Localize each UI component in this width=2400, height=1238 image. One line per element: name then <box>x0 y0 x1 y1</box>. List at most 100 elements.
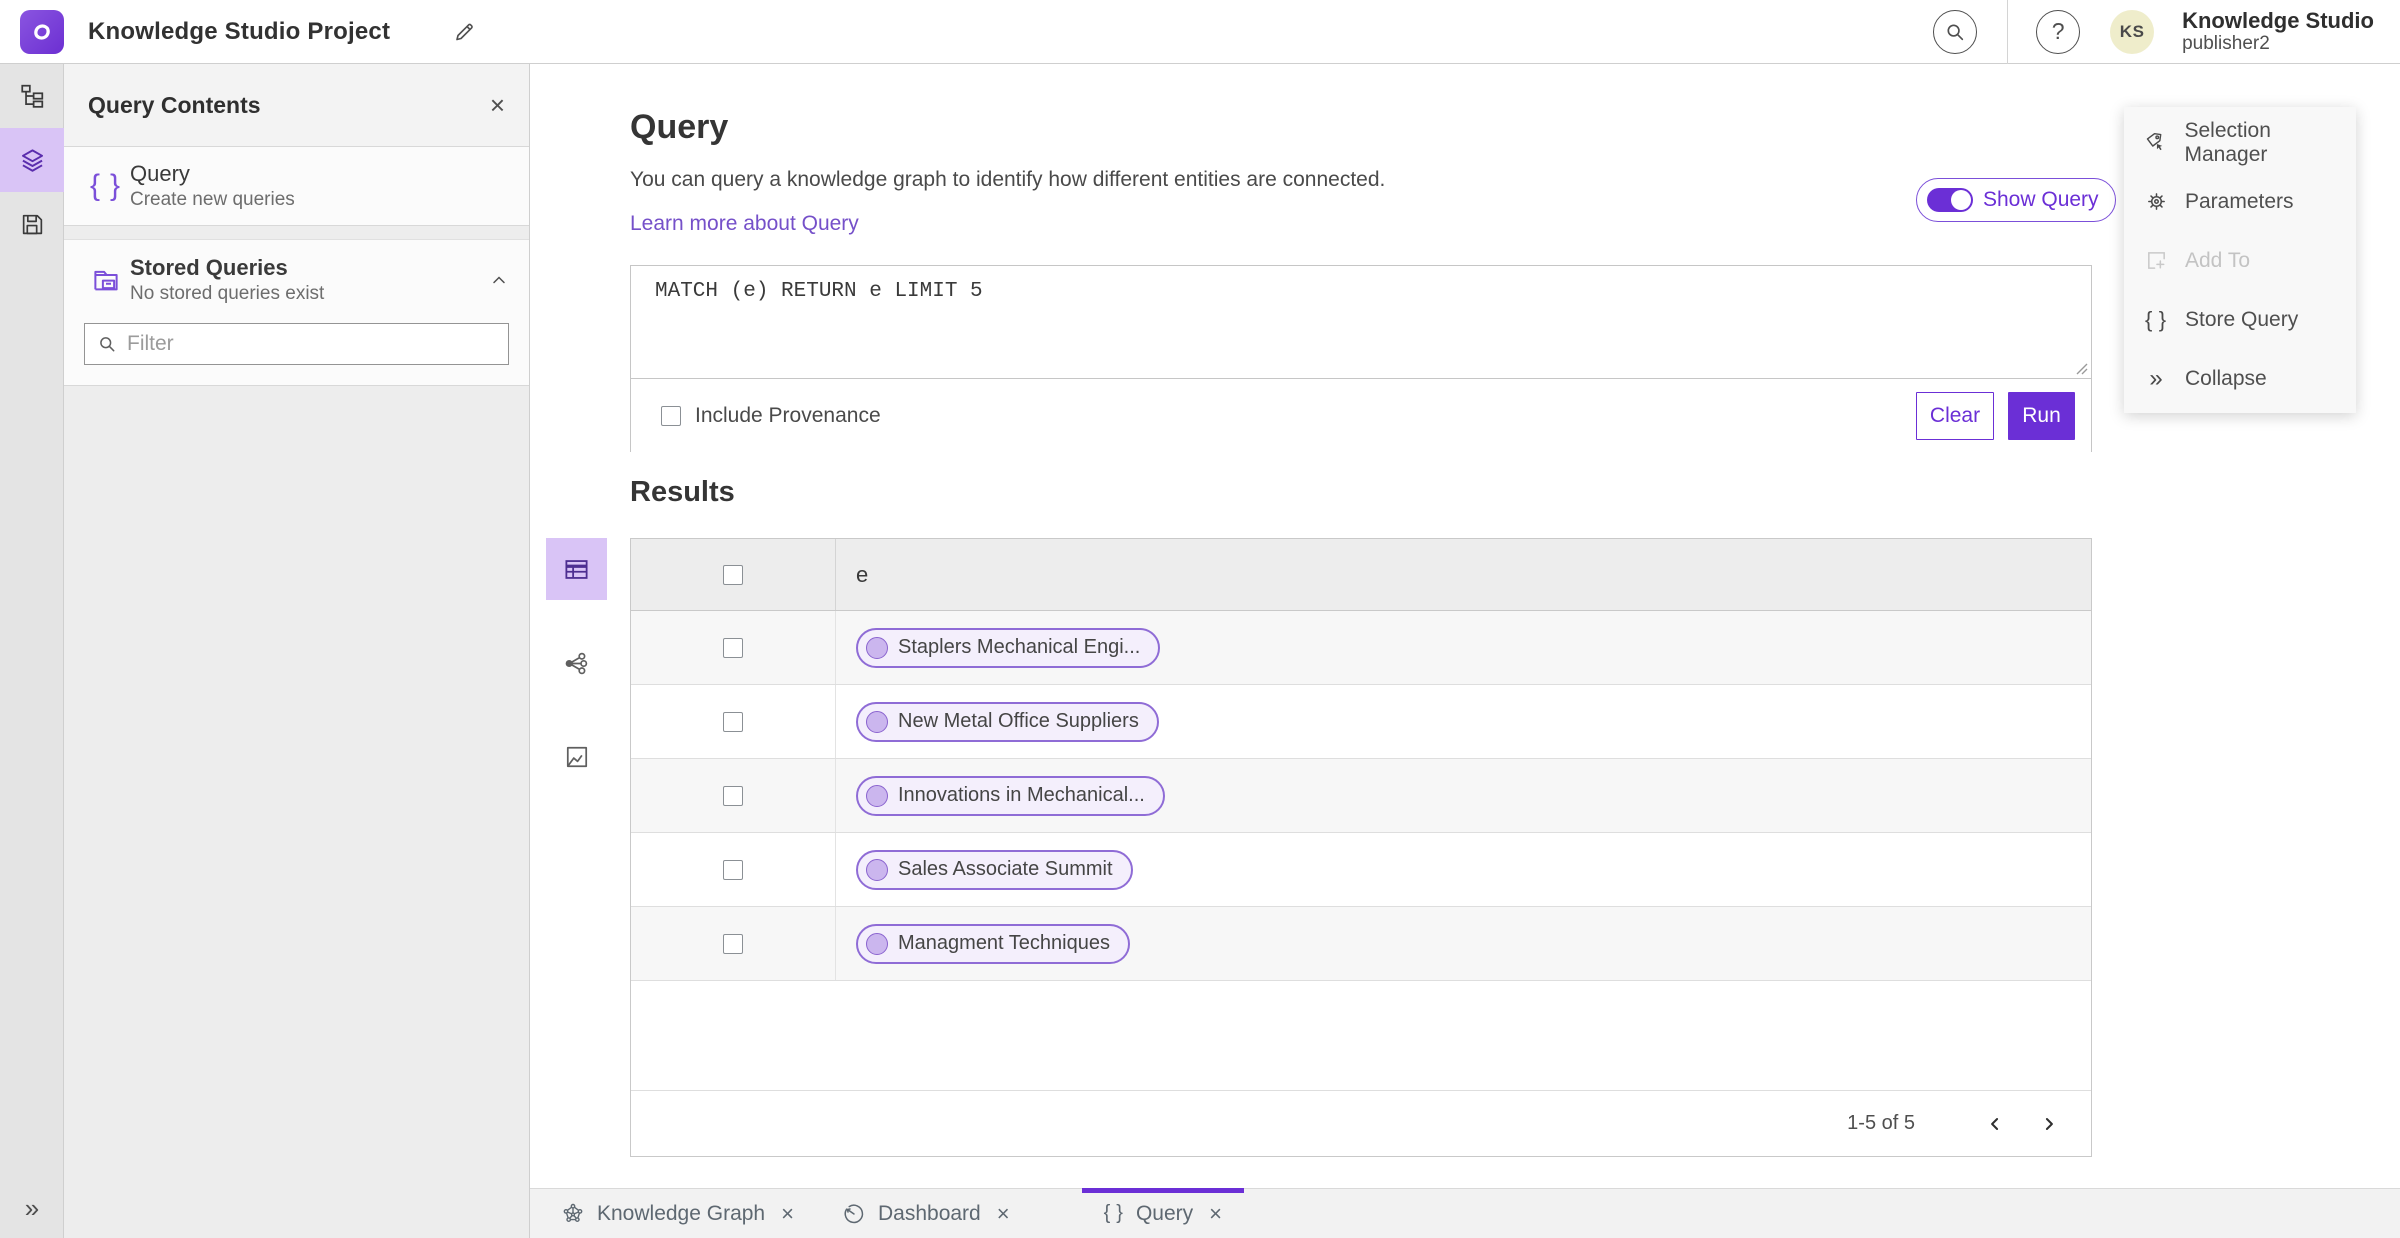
entity-pill[interactable]: Managment Techniques <box>856 923 1130 964</box>
save-icon <box>22 214 42 234</box>
stored-queries-subtitle: No stored queries exist <box>130 282 325 304</box>
table-row[interactable]: Staplers Mechanical Engi... <box>631 611 2091 685</box>
table-row[interactable]: Innovations in Mechanical... <box>631 759 2091 833</box>
selection-manager-button[interactable]: Selection Manager <box>2124 113 2356 172</box>
stored-queries-title: Stored Queries <box>130 255 288 280</box>
query-editor: MATCH (e) RETURN e LIMIT 5 Include Prove… <box>630 265 2092 452</box>
entity-pill[interactable]: Innovations in Mechanical... <box>856 775 1165 816</box>
learn-more-link[interactable]: Learn more about Query <box>630 212 859 236</box>
parameters-button[interactable]: Parameters <box>2124 172 2356 231</box>
map-view-icon <box>566 746 587 768</box>
toggle-switch[interactable] <box>1927 188 1973 212</box>
results-table: e Staplers Mechanical Engi... New Metal … <box>630 538 2092 1157</box>
row-checkbox[interactable] <box>723 711 743 732</box>
query-item-subtitle: Create new queries <box>130 188 295 210</box>
table-pagination: 1-5 of 5 <box>631 1090 2091 1156</box>
filter-field[interactable] <box>84 323 509 366</box>
app-logo-icon <box>20 9 64 54</box>
resize-handle-icon[interactable] <box>2071 358 2089 376</box>
panel-gap <box>64 226 529 240</box>
next-page-button[interactable] <box>2029 1104 2069 1144</box>
entity-dot-icon <box>866 636 888 659</box>
tab-knowledge-graph[interactable]: Knowledge Graph × <box>545 1189 810 1238</box>
clear-button[interactable]: Clear <box>1916 391 1994 440</box>
expand-rail-button[interactable]: » <box>0 1193 64 1224</box>
main-content: Query You can query a knowledge graph to… <box>530 64 2400 1188</box>
table-row[interactable]: Managment Techniques <box>631 907 2091 981</box>
entity-dot-icon <box>866 858 888 881</box>
store-query-button[interactable]: { } Store Query <box>2124 290 2356 349</box>
layers-icon <box>21 148 43 172</box>
store-query-icon: { } <box>2144 306 2168 332</box>
close-tab-icon[interactable]: × <box>997 1202 1010 1225</box>
sidebar-item-save[interactable] <box>0 192 64 256</box>
stored-queries-header[interactable]: Stored Queries No stored queries exist <box>84 254 509 305</box>
add-to-icon <box>2144 249 2168 272</box>
topbar-right-cluster: ? KS Knowledge Studio publisher2 <box>1933 0 2400 64</box>
chevron-up-icon[interactable] <box>489 270 509 290</box>
table-view-button[interactable] <box>546 538 607 600</box>
tab-query[interactable]: { } Query × <box>1081 1188 1245 1238</box>
entity-pill[interactable]: New Metal Office Suppliers <box>856 701 1159 742</box>
tab-dashboard[interactable]: Dashboard × <box>826 1189 1026 1238</box>
results-view-switcher <box>546 538 608 788</box>
bottom-tab-bar: Knowledge Graph × Dashboard × { } Query … <box>530 1188 2400 1238</box>
add-to-button: Add To <box>2124 231 2356 290</box>
panel-header: Query Contents × <box>64 64 529 147</box>
edit-title-icon[interactable] <box>452 20 476 44</box>
avatar[interactable]: KS <box>2110 9 2155 54</box>
run-button[interactable]: Run <box>2008 391 2075 440</box>
row-checkbox[interactable] <box>723 785 743 806</box>
gear-icon <box>2144 190 2168 213</box>
entity-pill[interactable]: Staplers Mechanical Engi... <box>856 627 1161 668</box>
map-view-button[interactable] <box>546 726 607 788</box>
sidebar-item-query[interactable]: { } Query Create new queries <box>64 147 529 226</box>
chevron-right-icon <box>2045 1117 2053 1130</box>
filter-input[interactable] <box>127 332 496 357</box>
sidebar-item-layers[interactable] <box>0 128 64 192</box>
query-actions-card: Selection Manager Parameters Add To { } … <box>2124 107 2356 413</box>
column-header-e: e <box>856 561 869 587</box>
collapse-icon: » <box>2149 364 2163 392</box>
link-chart-view-button[interactable] <box>546 632 607 694</box>
top-bar: Knowledge Studio Project ? KS Knowledge … <box>0 0 2400 64</box>
entity-dot-icon <box>866 710 888 733</box>
collapse-button[interactable]: » Collapse <box>2124 349 2356 408</box>
search-button[interactable] <box>1933 9 1978 54</box>
table-row[interactable]: New Metal Office Suppliers <box>631 685 2091 759</box>
user-name: Knowledge Studio <box>2182 7 2374 33</box>
show-query-label: Show Query <box>1983 188 2099 211</box>
previous-page-button[interactable] <box>1975 1104 2015 1144</box>
show-query-toggle[interactable]: Show Query <box>1916 178 2116 222</box>
braces-icon: { } <box>89 169 123 202</box>
table-row[interactable]: Sales Associate Summit <box>631 833 2091 907</box>
link-chart-view-icon <box>565 652 588 674</box>
entity-pill[interactable]: Sales Associate Summit <box>856 849 1133 890</box>
include-provenance-label: Include Provenance <box>695 403 881 427</box>
knowledge-graph-icon <box>561 1202 585 1226</box>
dashboard-gauge-icon <box>842 1202 866 1226</box>
row-checkbox[interactable] <box>723 933 743 954</box>
chevron-left-icon <box>1991 1117 1999 1130</box>
question-icon: ? <box>2051 18 2065 44</box>
row-checkbox[interactable] <box>723 859 743 880</box>
query-contents-panel: Query Contents × { } Query Create new qu… <box>64 64 530 1238</box>
close-tab-icon[interactable]: × <box>1209 1202 1222 1225</box>
include-provenance-checkbox[interactable] <box>661 405 681 426</box>
help-button[interactable]: ? <box>2036 9 2081 54</box>
close-tab-icon[interactable]: × <box>781 1202 794 1225</box>
selection-manager-icon <box>2144 131 2168 154</box>
row-checkbox[interactable] <box>723 637 743 658</box>
select-all-checkbox[interactable] <box>723 564 743 585</box>
query-toolbar: Include Provenance Clear Run <box>631 378 2091 452</box>
entity-dot-icon <box>866 784 888 807</box>
page-description: You can query a knowledge graph to ident… <box>630 168 1386 191</box>
close-panel-icon[interactable]: × <box>490 92 505 118</box>
results-title: Results <box>630 476 735 508</box>
page-title: Query <box>630 108 729 146</box>
data-model-icon <box>21 84 44 108</box>
stored-queries-section: Stored Queries No stored queries exist <box>64 240 529 387</box>
query-input[interactable]: MATCH (e) RETURN e LIMIT 5 <box>631 266 2091 378</box>
results-table-header: e <box>631 539 2091 611</box>
sidebar-item-data-model[interactable] <box>0 64 64 128</box>
